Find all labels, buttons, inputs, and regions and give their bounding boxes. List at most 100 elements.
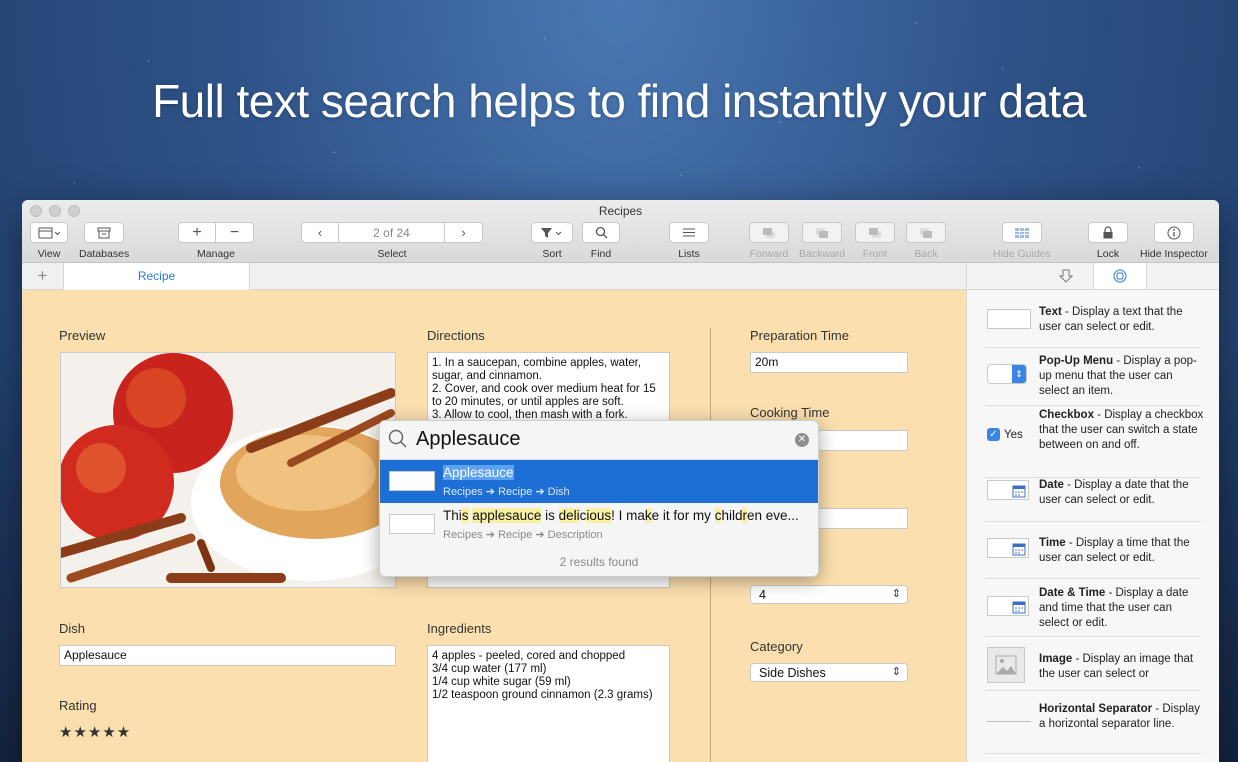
inspector-tab-library[interactable] [1093, 263, 1147, 289]
sort-button[interactable] [531, 222, 573, 243]
backward-tool: Backward [799, 222, 845, 260]
library-item-name: Date [1039, 479, 1064, 491]
find-button[interactable] [582, 222, 620, 243]
checkmark-icon: ✓ [987, 428, 1000, 441]
view-button[interactable] [30, 222, 68, 243]
find-label: Find [590, 248, 612, 260]
result-title-text: ma [626, 508, 645, 523]
library-item-popup-menu[interactable]: ⇕ Pop-Up Menu - Display a pop-up menu th… [985, 348, 1201, 406]
front-tool: Front [855, 222, 895, 260]
forward-tool: Forward [749, 222, 789, 260]
result-title-text: is [541, 508, 559, 523]
remove-record-button[interactable]: − [216, 222, 254, 243]
inspector-tab-bar [966, 263, 1219, 290]
inspector-tab-properties[interactable] [1039, 263, 1093, 289]
chevron-updown-icon: ⇕ [1012, 365, 1026, 383]
select-label: Select [377, 248, 407, 260]
cooking-time-label: Cooking Time [750, 405, 830, 420]
result-title-match: ious [586, 508, 612, 523]
back-label: Back [914, 248, 938, 260]
directions-label: Directions [427, 328, 485, 343]
dish-field[interactable]: Applesauce [59, 645, 396, 666]
hide-guides-tool: Hide Guides [993, 222, 1051, 260]
category-value: Side Dishes [759, 666, 826, 680]
grid-icon [1014, 227, 1029, 238]
date-time-field-preview [987, 596, 1029, 616]
result-thumbnail [389, 514, 435, 534]
text-field-preview [987, 309, 1031, 329]
search-bar: ✕ [380, 421, 818, 460]
search-result[interactable]: Applesauce Recipes ➔ Recipe ➔ Dish [380, 460, 818, 503]
preview-image[interactable] [60, 352, 396, 588]
prep-time-field[interactable]: 20m [750, 352, 908, 373]
library-item-time[interactable]: Time - Display a time that the user can … [985, 522, 1201, 579]
bring-to-front-button[interactable] [855, 222, 895, 243]
manage-tool: + − Manage [178, 222, 254, 260]
search-input[interactable] [416, 428, 756, 451]
lock-label: Lock [1096, 248, 1120, 260]
previous-record-button[interactable]: ‹ [301, 222, 339, 243]
prep-time-label: Preparation Time [750, 328, 849, 343]
result-title-text: ! I [611, 508, 627, 523]
category-select[interactable]: Side Dishes ⇕ [750, 663, 908, 682]
archive-icon [97, 227, 111, 238]
servings-value: 4 [759, 588, 766, 602]
lock-button[interactable] [1088, 222, 1128, 243]
databases-label: Databases [79, 248, 130, 260]
library-item-text[interactable]: Text - Display a text that the user can … [985, 302, 1201, 348]
bring-forward-button[interactable] [749, 222, 789, 243]
add-record-button[interactable]: + [178, 222, 216, 243]
result-title-match: s [461, 508, 469, 523]
clear-search-button[interactable]: ✕ [795, 433, 809, 447]
library-item-checkbox[interactable]: ✓ Yes Checkbox - Display a checkbox that… [985, 406, 1203, 478]
send-to-back-button[interactable] [906, 222, 946, 243]
result-title-match: k [644, 508, 652, 523]
ingredients-textarea[interactable]: 4 apples - peeled, cored and chopped 3/4… [427, 645, 670, 762]
lock-icon [1103, 226, 1113, 239]
view-label: View [37, 248, 61, 260]
bring-forward-icon [763, 227, 775, 238]
add-layout-button[interactable]: + [22, 263, 64, 289]
hide-inspector-button[interactable] [1153, 222, 1194, 243]
checkbox-label: Yes [1004, 428, 1023, 441]
next-record-button[interactable]: › [445, 222, 483, 243]
result-thumbnail [389, 471, 435, 491]
lists-button[interactable] [669, 222, 709, 243]
checkbox-preview: ✓ Yes [987, 428, 1023, 441]
ingredients-label: Ingredients [427, 621, 492, 636]
library-item-horizontal-separator[interactable]: Horizontal Separator - Display a horizon… [985, 691, 1201, 754]
front-label: Front [862, 248, 888, 260]
dish-label: Dish [59, 621, 86, 636]
hide-guides-label: Hide Guides [993, 248, 1051, 260]
calendar-icon [1012, 543, 1026, 556]
calendar-icon [1012, 485, 1026, 498]
hide-inspector-tool: Hide Inspector [1140, 222, 1208, 260]
library-item-name: Text [1039, 306, 1062, 318]
lists-label: Lists [678, 248, 700, 260]
date-field-preview [987, 480, 1029, 500]
hand-pointer-icon [1059, 269, 1073, 283]
lock-tool: Lock [1088, 222, 1128, 260]
view-layout-icon [38, 227, 60, 238]
rating-stars[interactable]: ★★★★★ [59, 723, 131, 741]
chevron-left-icon: ‹ [317, 225, 323, 240]
results-count: 2 results found [559, 555, 639, 569]
category-label: Category [750, 639, 803, 654]
library-item-date-time[interactable]: Date & Time - Display a date and time th… [985, 579, 1201, 637]
hide-guides-button[interactable] [1001, 222, 1042, 243]
servings-select[interactable]: 4 ⇕ [750, 585, 908, 604]
search-icon [388, 429, 407, 448]
result-title-text: Applesauce [443, 465, 514, 480]
forward-label: Forward [749, 248, 789, 260]
search-result[interactable]: This applesauce is delicious! I make it … [380, 503, 818, 546]
chevron-right-icon: › [461, 225, 466, 240]
titlebar: Recipes View Databases + − Manage ‹ 2 of… [22, 200, 1219, 263]
send-backward-button[interactable] [802, 222, 843, 243]
library-item-date[interactable]: Date - Display a date that the user can … [985, 478, 1201, 522]
result-title: Applesauce [443, 465, 514, 480]
result-title-text: hild [721, 508, 743, 523]
databases-button[interactable] [84, 222, 125, 243]
result-title-text: en eve... [746, 508, 799, 523]
tab-recipe[interactable]: Recipe [64, 263, 250, 290]
library-item-image[interactable]: Image - Display an image that the user c… [985, 637, 1201, 691]
